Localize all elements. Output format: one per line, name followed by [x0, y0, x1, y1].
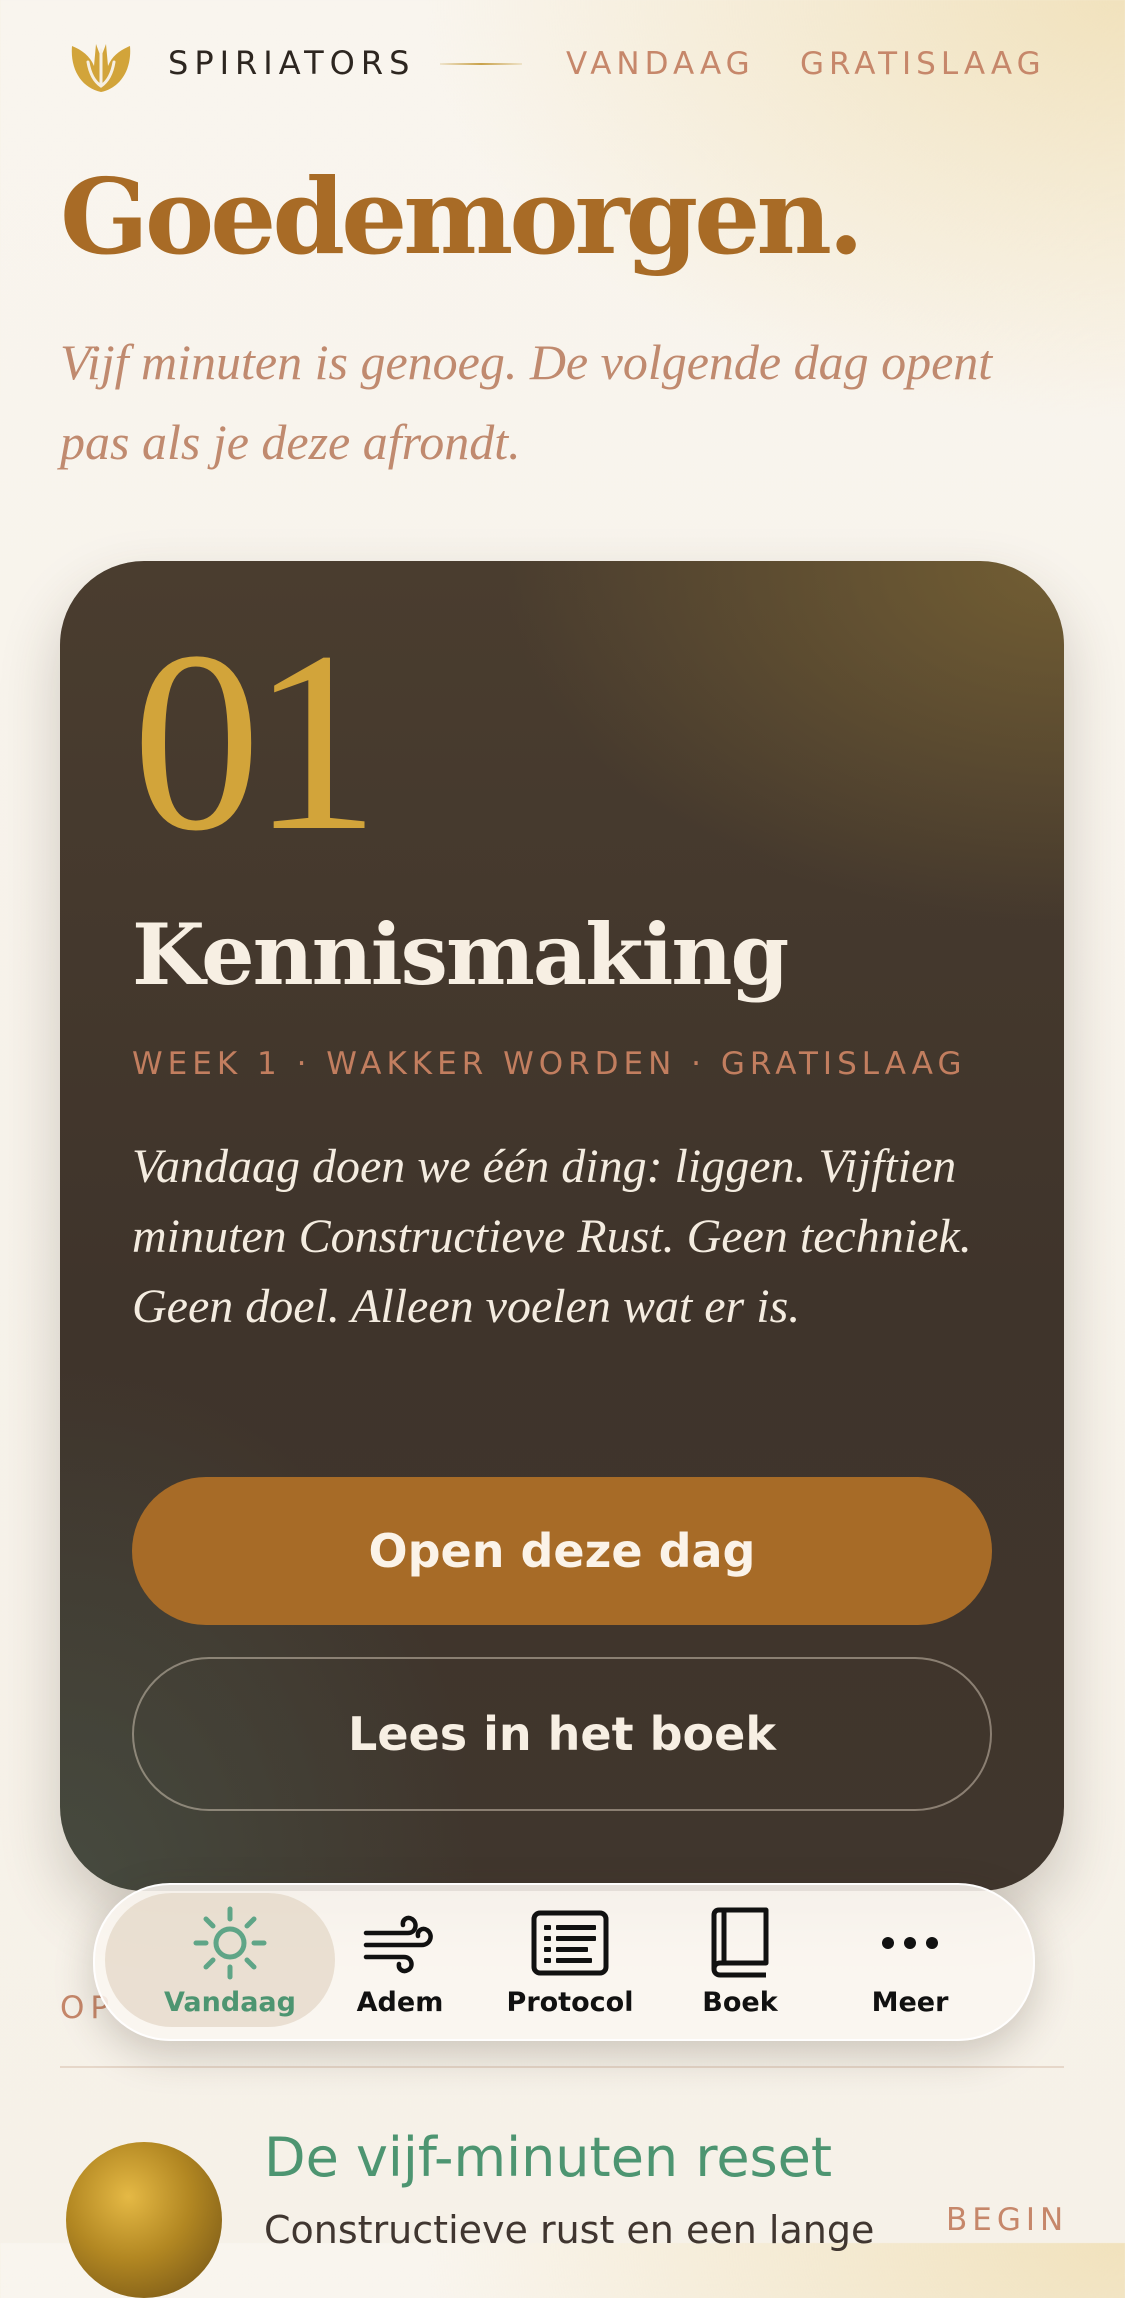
tab-vandaag[interactable]: Vandaag: [145, 1883, 315, 2037]
tulip-logo-icon: [71, 44, 131, 92]
tab-label: Protocol: [506, 1987, 634, 2018]
nav-free-tier-link[interactable]: GRATISLAAG: [800, 46, 1046, 82]
day-meta: WEEK 1 · WAKKER WORDEN · GRATISLAAG: [132, 1046, 967, 1082]
day-title: Kennismaking: [132, 905, 789, 1004]
tab-label: Adem: [356, 1987, 444, 2018]
reset-begin-button[interactable]: BEGIN: [946, 2202, 1068, 2238]
brand-logo[interactable]: [68, 36, 134, 94]
header-divider: [440, 63, 522, 65]
day-number: 01: [132, 598, 380, 884]
tab-protocol[interactable]: Protocol: [485, 1883, 655, 2037]
tab-label: Boek: [702, 1987, 778, 2018]
section-divider: [60, 2066, 1064, 2068]
reset-orb-icon: [66, 2142, 222, 2298]
day-description: Vandaag doen we één ding: liggen. Vijfti…: [132, 1140, 972, 1333]
tab-label: Vandaag: [164, 1987, 296, 2018]
read-in-book-button[interactable]: Lees in het boek: [132, 1657, 992, 1811]
reset-title[interactable]: De vijf-minuten reset: [264, 2126, 832, 2189]
brand-name: SPIRIATORS: [168, 44, 416, 82]
book-icon: [700, 1903, 780, 1983]
page-subtitle: Vijf minuten is genoeg. De volgende dag …: [60, 334, 993, 470]
tab-boek[interactable]: Boek: [655, 1883, 825, 2037]
page-title: Goedemorgen.: [60, 155, 864, 278]
reset-subtitle: Constructieve rust en een lange: [264, 2208, 875, 2252]
tab-meer[interactable]: Meer: [825, 1883, 995, 2037]
nav-today-link[interactable]: VANDAAG: [566, 46, 755, 82]
more-icon: [870, 1903, 950, 1983]
tab-label: Meer: [871, 1987, 949, 2018]
wind-icon: [360, 1903, 440, 1983]
open-day-button[interactable]: Open deze dag: [132, 1477, 992, 1625]
document-icon: [530, 1903, 610, 1983]
tab-adem[interactable]: Adem: [315, 1883, 485, 2037]
sun-icon: [190, 1903, 270, 1983]
